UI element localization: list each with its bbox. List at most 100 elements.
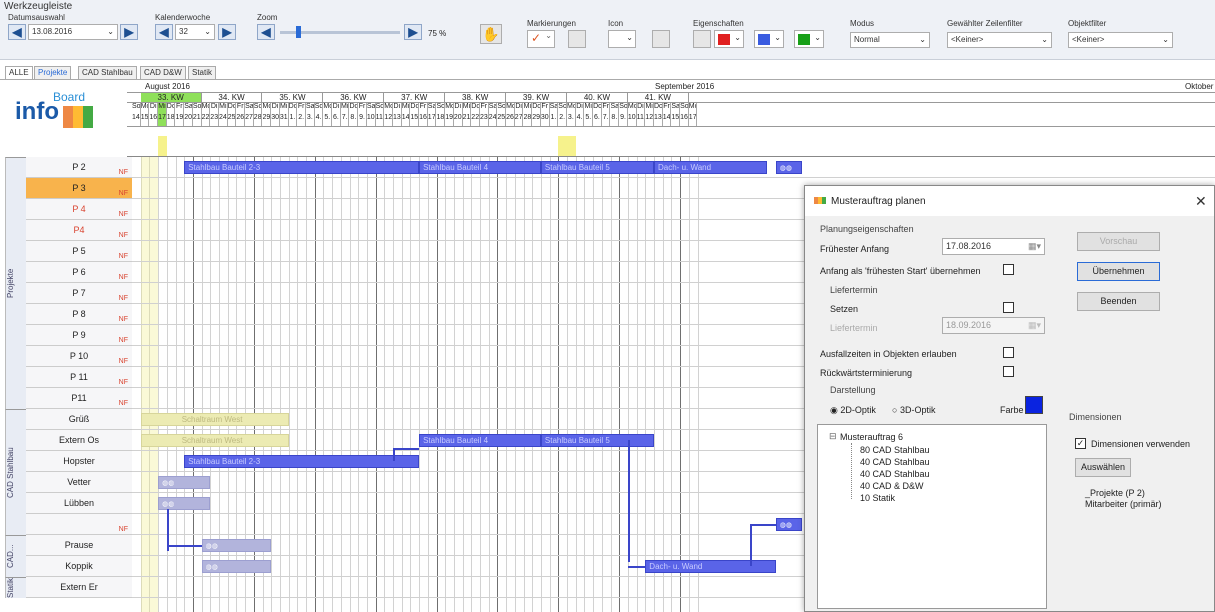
tab-cad-dw[interactable]: CAD D&W — [140, 66, 186, 79]
row-label[interactable]: Grüß — [26, 409, 132, 430]
task-bar[interactable]: Stahlbau Bauteil 5 — [540, 434, 654, 447]
tab-projekte[interactable]: Projekte — [34, 66, 72, 79]
row-label[interactable]: P4 NF — [26, 220, 132, 241]
task-bar[interactable]: Stahlbau Bauteil 4 — [419, 161, 541, 174]
tab-statik[interactable]: Statik — [188, 66, 217, 79]
marks-select[interactable]: ✓ ⌄ — [527, 30, 555, 48]
tree-item[interactable]: 10 Statik — [860, 493, 895, 503]
row-label[interactable]: Lübben — [26, 493, 132, 514]
chevron-down-icon: ⌄ — [814, 33, 821, 42]
row-label[interactable]: Koppik — [26, 556, 132, 577]
row-label[interactable]: P 2 NF — [26, 157, 132, 178]
row-label[interactable]: P 10 NF — [26, 346, 132, 367]
end-button[interactable]: Beenden — [1077, 292, 1160, 311]
group-label: Projekte — [5, 157, 26, 409]
row-label[interactable]: Vetter — [26, 472, 132, 493]
tree-item[interactable]: 80 CAD Stahlbau — [860, 445, 930, 455]
row-label[interactable]: Extern Os — [26, 430, 132, 451]
select-button[interactable]: Auswählen — [1075, 458, 1131, 477]
task-bar[interactable]: Dach- u. Wand — [645, 560, 776, 573]
allow-breaks-checkbox[interactable] — [1003, 347, 1014, 358]
row-label[interactable]: P 9 NF — [26, 325, 132, 346]
date-prev-button[interactable]: ◀ — [8, 24, 26, 40]
pan-hand-button[interactable]: ✋ — [480, 24, 502, 44]
set-delivery-checkbox[interactable] — [1003, 302, 1014, 313]
icon-apply-button[interactable] — [652, 30, 670, 48]
rowfilter-select[interactable]: <Keiner> ⌄ — [947, 32, 1052, 48]
task-bar[interactable]: ◍◍ — [158, 476, 211, 489]
task-bar[interactable]: ◍◍ — [201, 560, 272, 573]
task-bar[interactable]: Schaltraum West — [140, 434, 289, 447]
task-bar[interactable]: Dach- u. Wand — [654, 161, 768, 174]
day-number-cell: 16. — [680, 114, 689, 126]
grid-column-line — [654, 157, 655, 612]
row-label[interactable]: NF — [26, 514, 132, 535]
apply-button[interactable]: Übernehmen — [1077, 262, 1160, 281]
tree-item[interactable]: 40 CAD Stahlbau — [860, 457, 930, 467]
task-bar[interactable]: Schaltraum West — [140, 413, 289, 426]
delivery-date-input[interactable]: 18.09.2016 ▦▾ — [942, 317, 1045, 334]
day-name-cell: Mi — [584, 103, 594, 114]
tab-cad-stahlbau[interactable]: CAD Stahlbau — [78, 66, 137, 79]
zoom-slider-thumb[interactable] — [296, 26, 301, 38]
dimensions-checkbox[interactable]: ✓ — [1075, 438, 1086, 449]
week-label: 38. KW — [445, 93, 507, 102]
color-swatch-button[interactable] — [1025, 396, 1043, 414]
color-select-green[interactable]: ⌄ — [794, 30, 824, 48]
task-bar[interactable]: ◍◍ — [201, 539, 272, 552]
row-label[interactable]: Hopster — [26, 451, 132, 472]
grid-column-line — [358, 157, 360, 612]
row-label[interactable]: P 8 NF — [26, 304, 132, 325]
row-label[interactable]: Extern Er — [26, 577, 132, 598]
prop-a-button[interactable] — [693, 30, 711, 48]
day-divider — [127, 126, 1215, 127]
zoom-out-button[interactable]: ◀ — [257, 24, 275, 40]
tab-alle[interactable]: ALLE — [5, 66, 33, 80]
date-select[interactable]: 13.08.2016 ⌄ — [28, 24, 118, 40]
row-label[interactable]: P 5 NF — [26, 241, 132, 262]
week-next-button[interactable]: ▶ — [218, 24, 236, 40]
marks-apply-button[interactable] — [568, 30, 586, 48]
task-bar[interactable]: Stahlbau Bauteil 5 — [540, 161, 654, 174]
radio-3d[interactable]: ○ 3D-Optik — [892, 405, 935, 415]
row-label[interactable]: P 6 NF — [26, 262, 132, 283]
date-next-button[interactable]: ▶ — [120, 24, 138, 40]
row-label-text: P 5 — [72, 246, 86, 256]
zoom-in-button[interactable]: ▶ — [404, 24, 422, 40]
row-label[interactable]: Prause — [26, 535, 132, 556]
task-bar[interactable]: ◍◍ — [775, 518, 802, 531]
row-label[interactable]: P 7 NF — [26, 283, 132, 304]
row-label-text: P 7 — [72, 288, 86, 298]
radio-2d[interactable]: ◉ 2D-Optik — [830, 405, 876, 416]
row-label[interactable]: P11 NF — [26, 388, 132, 409]
tree-root[interactable]: Musterauftrag 6 — [840, 432, 903, 442]
month-label: September 2016 — [655, 82, 715, 91]
backward-checkbox[interactable] — [1003, 366, 1014, 377]
row-label[interactable]: P 3 NF — [26, 178, 132, 199]
start-earliest-checkbox[interactable] — [1003, 264, 1014, 275]
task-bar[interactable]: Stahlbau Bauteil 2-3 — [184, 455, 420, 468]
week-select[interactable]: 32 ⌄ — [175, 24, 215, 40]
task-bar[interactable]: Stahlbau Bauteil 2-3 — [184, 161, 420, 174]
icon-select[interactable]: ⌄ — [608, 30, 636, 48]
earliest-date-input[interactable]: 17.08.2016 ▦▾ — [942, 238, 1045, 255]
objfilter-select[interactable]: <Keiner> ⌄ — [1068, 32, 1173, 48]
color-select-red[interactable]: ⌄ — [714, 30, 744, 48]
tree-item[interactable]: 40 CAD Stahlbau — [860, 469, 930, 479]
row-label[interactable]: P 4 NF — [26, 199, 132, 220]
row-label[interactable]: P 11 NF — [26, 367, 132, 388]
close-icon[interactable]: ✕ — [1195, 193, 1207, 210]
preview-button[interactable]: Vorschau — [1077, 232, 1160, 251]
radio-2d-label: 2D-Optik — [840, 405, 876, 415]
task-bar[interactable]: Stahlbau Bauteil 4 — [419, 434, 541, 447]
day-name-cell: Do — [593, 103, 602, 114]
grid-column-line — [453, 157, 455, 612]
tree-expander-icon[interactable]: ⊟ — [829, 431, 837, 442]
mode-select[interactable]: Normal ⌄ — [850, 32, 930, 48]
task-bar[interactable]: ◍◍ — [775, 161, 802, 174]
week-prev-button[interactable]: ◀ — [155, 24, 173, 40]
color-select-blue[interactable]: ⌄ — [754, 30, 784, 48]
row-label-text: Extern Os — [58, 435, 99, 445]
week-label: 37. KW — [384, 93, 446, 102]
tree-item[interactable]: 40 CAD & D&W — [860, 481, 924, 491]
